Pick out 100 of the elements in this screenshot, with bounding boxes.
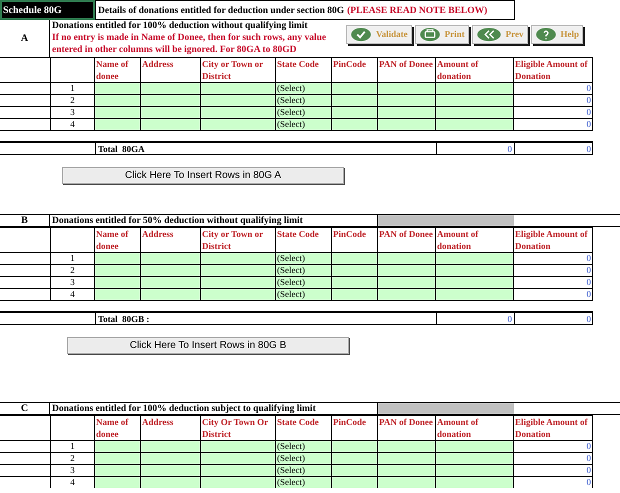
input-cell[interactable] <box>201 465 276 476</box>
state-code-dropdown[interactable]: (Select) <box>276 265 332 276</box>
state-code-dropdown[interactable]: (Select) <box>276 253 332 264</box>
input-cell[interactable] <box>378 95 436 106</box>
state-code-dropdown[interactable]: (Select) <box>276 441 332 452</box>
section-letter: A <box>0 20 50 57</box>
input-cell[interactable] <box>378 83 436 94</box>
input-cell[interactable] <box>436 265 514 276</box>
input-cell[interactable] <box>332 265 378 276</box>
input-cell[interactable] <box>95 465 141 476</box>
input-cell[interactable] <box>95 477 141 488</box>
input-cell[interactable] <box>378 477 436 488</box>
double-chevron-left-icon <box>476 27 502 42</box>
input-cell[interactable] <box>141 289 201 300</box>
input-cell[interactable] <box>332 289 378 300</box>
input-cell[interactable] <box>332 119 378 130</box>
input-cell[interactable] <box>141 265 201 276</box>
input-cell[interactable] <box>95 453 141 464</box>
question-icon <box>534 27 556 42</box>
input-cell[interactable] <box>436 465 514 476</box>
input-cell[interactable] <box>95 83 141 94</box>
input-cell[interactable] <box>95 95 141 106</box>
column-header: State Code <box>276 58 332 82</box>
total-label: Total 80GB : <box>95 313 436 325</box>
column-header: Eligible Amount of Donation <box>514 58 593 82</box>
input-cell[interactable] <box>436 107 514 118</box>
column-header: Name of donee <box>95 228 141 252</box>
input-cell[interactable] <box>201 453 276 464</box>
state-code-dropdown[interactable]: (Select) <box>276 477 332 488</box>
input-cell[interactable] <box>201 95 276 106</box>
input-cell[interactable] <box>201 289 276 300</box>
input-cell[interactable] <box>436 289 514 300</box>
total-eligible-cell: 0 <box>514 313 593 325</box>
input-cell[interactable] <box>141 465 201 476</box>
input-cell[interactable] <box>332 83 378 94</box>
input-cell[interactable] <box>378 265 436 276</box>
input-cell[interactable] <box>141 83 201 94</box>
input-cell[interactable] <box>201 477 276 488</box>
insert-rows-button[interactable]: Click Here To Insert Rows in 80G B <box>67 337 349 354</box>
check-icon <box>350 27 372 42</box>
input-cell[interactable] <box>141 441 201 452</box>
state-code-dropdown[interactable]: (Select) <box>276 95 332 106</box>
input-cell[interactable] <box>436 119 514 130</box>
input-cell[interactable] <box>95 289 141 300</box>
input-cell[interactable] <box>332 253 378 264</box>
input-cell[interactable] <box>332 95 378 106</box>
state-code-dropdown[interactable]: (Select) <box>276 83 332 94</box>
input-cell[interactable] <box>436 277 514 288</box>
column-header: PinCode <box>332 228 378 252</box>
input-cell[interactable] <box>436 253 514 264</box>
input-cell[interactable] <box>378 119 436 130</box>
input-cell[interactable] <box>378 107 436 118</box>
column-header: State Code <box>276 228 332 252</box>
input-cell[interactable] <box>332 277 378 288</box>
state-code-dropdown[interactable]: (Select) <box>276 119 332 130</box>
input-cell[interactable] <box>378 465 436 476</box>
input-cell[interactable] <box>378 277 436 288</box>
input-cell[interactable] <box>332 453 378 464</box>
input-cell[interactable] <box>332 465 378 476</box>
input-cell[interactable] <box>201 253 276 264</box>
input-cell[interactable] <box>378 441 436 452</box>
input-cell[interactable] <box>201 441 276 452</box>
input-cell[interactable] <box>141 95 201 106</box>
input-cell[interactable] <box>436 441 514 452</box>
column-header: City Or Town Or District <box>201 416 276 440</box>
input-cell[interactable] <box>95 441 141 452</box>
input-cell[interactable] <box>378 253 436 264</box>
input-cell[interactable] <box>332 477 378 488</box>
insert-rows-button[interactable]: Click Here To Insert Rows in 80G A <box>62 167 344 184</box>
input-cell[interactable] <box>436 95 514 106</box>
input-cell[interactable] <box>201 107 276 118</box>
input-cell[interactable] <box>141 277 201 288</box>
input-cell[interactable] <box>436 453 514 464</box>
state-code-dropdown[interactable]: (Select) <box>276 453 332 464</box>
input-cell[interactable] <box>95 119 141 130</box>
input-cell[interactable] <box>141 453 201 464</box>
state-code-dropdown[interactable]: (Select) <box>276 277 332 288</box>
input-cell[interactable] <box>332 441 378 452</box>
column-header: Name of donee <box>95 416 141 440</box>
input-cell[interactable] <box>332 107 378 118</box>
state-code-dropdown[interactable]: (Select) <box>276 289 332 300</box>
state-code-dropdown[interactable]: (Select) <box>276 107 332 118</box>
input-cell[interactable] <box>95 253 141 264</box>
input-cell[interactable] <box>95 265 141 276</box>
column-header: City or Town or District <box>201 58 276 82</box>
input-cell[interactable] <box>141 107 201 118</box>
input-cell[interactable] <box>141 477 201 488</box>
input-cell[interactable] <box>201 119 276 130</box>
input-cell[interactable] <box>201 83 276 94</box>
input-cell[interactable] <box>141 119 201 130</box>
input-cell[interactable] <box>436 83 514 94</box>
input-cell[interactable] <box>95 107 141 118</box>
input-cell[interactable] <box>378 289 436 300</box>
state-code-dropdown[interactable]: (Select) <box>276 465 332 476</box>
input-cell[interactable] <box>201 277 276 288</box>
input-cell[interactable] <box>141 253 201 264</box>
input-cell[interactable] <box>95 277 141 288</box>
input-cell[interactable] <box>378 453 436 464</box>
input-cell[interactable] <box>201 265 276 276</box>
input-cell[interactable] <box>436 477 514 488</box>
